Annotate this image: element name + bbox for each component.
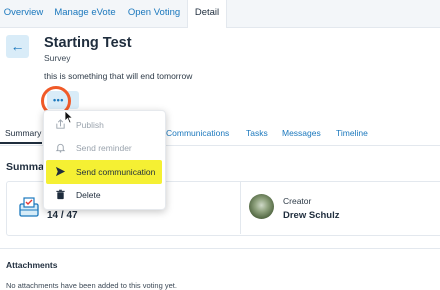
ellipsis-icon: ••• [53, 95, 64, 105]
tab-overview[interactable]: Overview [0, 0, 47, 27]
vote-count: 14 / 47 [47, 210, 78, 221]
menu-item-send-reminder[interactable]: Send reminder [44, 138, 165, 158]
page-description: this is something that will end tomorrow [44, 71, 193, 81]
menu-item-label: Delete [76, 190, 101, 200]
ballot-box-icon [19, 197, 39, 217]
back-button[interactable]: ← [6, 35, 29, 58]
trash-icon [56, 189, 65, 200]
creator-label: Creator [283, 196, 312, 206]
subtab-summary[interactable]: Summary [5, 128, 41, 138]
subtab-timeline[interactable]: Timeline [336, 128, 368, 138]
subtab-messages[interactable]: Messages [282, 128, 321, 138]
tab-manage-evote[interactable]: Manage eVote [52, 0, 118, 27]
arrow-left-icon: ← [10, 38, 25, 54]
card-divider [240, 181, 241, 234]
page-title: Starting Test [44, 35, 132, 51]
subtab-tasks[interactable]: Tasks [246, 128, 268, 138]
menu-item-label: Publish [76, 120, 104, 130]
subtab-communications[interactable]: Communications [166, 128, 229, 138]
subtab-active-indicator [0, 142, 42, 144]
send-icon [55, 166, 66, 177]
menu-item-publish[interactable]: Publish [44, 115, 165, 135]
bell-icon [55, 143, 66, 153]
page-subtitle: Survey [44, 53, 71, 63]
avatar [249, 194, 274, 219]
top-tab-bar: Overview Manage eVote Open Voting Detail [0, 0, 440, 28]
mouse-cursor-icon [64, 110, 74, 124]
menu-item-label: Send communication [76, 167, 156, 177]
tab-open-voting[interactable]: Open Voting [126, 0, 182, 27]
creator-name: Drew Schulz [283, 210, 340, 221]
section-divider [0, 248, 440, 249]
menu-item-label: Send reminder [76, 143, 132, 153]
menu-item-delete[interactable]: Delete [44, 185, 165, 205]
menu-item-send-communication[interactable]: Send communication [44, 162, 165, 182]
actions-menu: Publish Send reminder Send communication… [43, 110, 166, 210]
tab-detail[interactable]: Detail [187, 0, 227, 28]
attachments-heading: Attachments [6, 260, 58, 270]
